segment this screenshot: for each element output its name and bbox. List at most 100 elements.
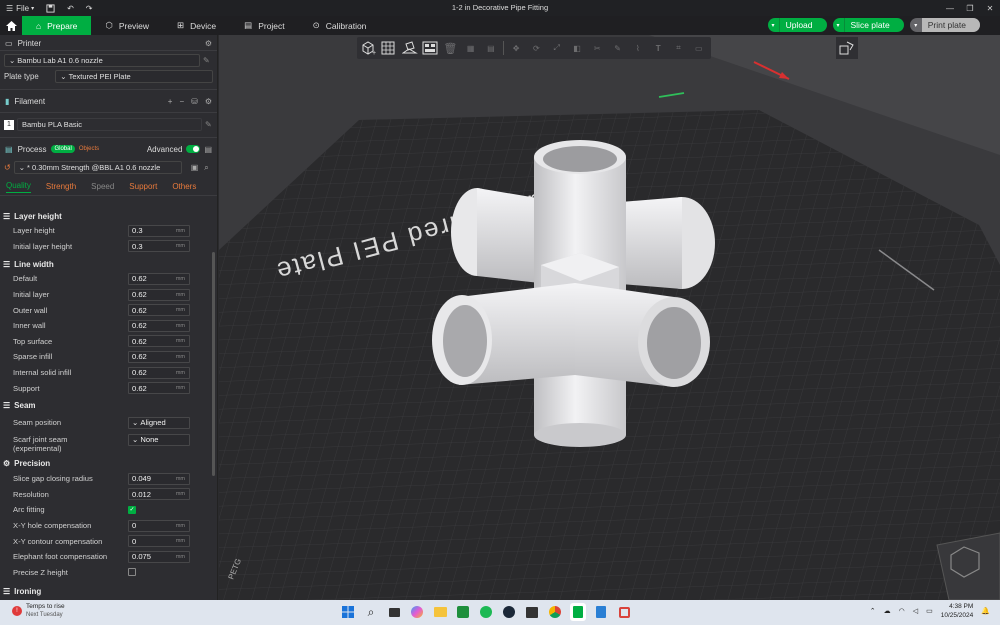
arrange-button[interactable] <box>422 40 438 56</box>
add-filament-icon[interactable]: + <box>168 97 173 106</box>
lw-inner-input[interactable]: 0.62 mm <box>128 319 190 332</box>
weather-widget[interactable]: ! Temps to rise Next Tuesday <box>12 603 65 619</box>
volume-icon[interactable]: ◁ <box>913 607 918 615</box>
remove-filament-icon[interactable]: − <box>179 97 184 106</box>
process-preset-select[interactable]: ⌄ * 0.30mm Strength @BBL A1 0.6 nozzle <box>13 161 182 174</box>
tab-strength[interactable]: Strength <box>46 180 76 193</box>
upload-button[interactable]: ▾ Upload <box>767 18 827 32</box>
battery-icon[interactable]: ▭ <box>926 607 933 615</box>
orient-button[interactable] <box>401 40 418 56</box>
snipping-tool-app[interactable] <box>616 603 632 621</box>
lw-support-input[interactable]: 0.62 mm <box>128 382 190 395</box>
minimize-button[interactable]: — <box>940 0 960 16</box>
add-object-button[interactable]: + <box>361 40 377 56</box>
rotate-tool[interactable]: ⟳ <box>528 40 544 56</box>
steam-app[interactable] <box>501 603 517 621</box>
add-plate-button[interactable] <box>381 40 397 56</box>
layout-tool[interactable]: ▤ <box>483 40 499 56</box>
lw-default-input[interactable]: 0.62 mm <box>128 272 190 285</box>
taskbar-search[interactable]: ⌕ <box>363 603 379 621</box>
edit-filament-icon[interactable]: ✎ <box>205 120 212 129</box>
terminal-app[interactable] <box>524 603 540 621</box>
lw-outer-input[interactable]: 0.62 mm <box>128 304 190 317</box>
undo-button[interactable]: ↶ <box>61 0 80 16</box>
notification-icon[interactable]: 🔔 <box>981 607 990 615</box>
cloud-icon[interactable]: ☁ <box>884 607 891 615</box>
chrome-app[interactable] <box>547 603 563 621</box>
3d-viewport[interactable]: Bambu Textured PEI Plate PETG + 🗑 ▦ ▤ ✥ … <box>219 35 1000 600</box>
global-badge[interactable]: Global <box>51 145 75 153</box>
plate-type-select[interactable]: ⌄ Textured PEI Plate <box>55 70 213 83</box>
upload-dropdown-icon[interactable]: ▾ <box>768 18 780 32</box>
initial-layer-height-input[interactable]: 0.3 mm <box>128 240 190 253</box>
start-button[interactable] <box>340 603 356 621</box>
scale-tool[interactable]: ⤢ <box>549 40 565 56</box>
xy-contour-input[interactable]: 0 mm <box>128 535 190 548</box>
print-plate-button[interactable]: ▾ Print plate <box>909 18 980 32</box>
xy-hole-input[interactable]: 0 mm <box>128 519 190 532</box>
filament-select[interactable]: Bambu PLA Basic <box>17 118 202 131</box>
home-button[interactable] <box>0 16 22 35</box>
precise-z-checkbox[interactable] <box>128 568 136 577</box>
bambu-studio-app[interactable] <box>570 603 586 621</box>
copilot-app[interactable] <box>409 603 425 621</box>
reset-icon[interactable]: ↺ <box>4 163 11 172</box>
compare-icon[interactable]: ▤ <box>204 145 212 154</box>
slice-gap-input[interactable]: 0.049 mm <box>128 472 190 485</box>
file-explorer-app[interactable] <box>432 603 448 621</box>
sidebar-scrollbar[interactable] <box>212 252 215 476</box>
tab-calibration[interactable]: ⊙ Calibration <box>299 16 381 35</box>
lay-on-face-tool[interactable]: ◧ <box>569 40 585 56</box>
scarf-joint-select[interactable]: ⌄ None <box>128 433 190 446</box>
redo-button[interactable]: ↷ <box>80 0 99 16</box>
lw-sparse-input[interactable]: 0.62 mm <box>128 350 190 363</box>
task-view-button[interactable] <box>386 603 402 621</box>
lw-internal-input[interactable]: 0.62 mm <box>128 366 190 379</box>
seam-position-select[interactable]: ⌄ Aligned <box>128 416 190 429</box>
save-preset-icon[interactable]: ▣ <box>191 163 199 172</box>
tab-preview[interactable]: ⬡ Preview <box>91 16 163 35</box>
split-tool[interactable]: ▦ <box>462 40 478 56</box>
filament-settings-icon[interactable]: ⚙ <box>205 97 212 106</box>
slice-plate-button[interactable]: ▾ Slice plate <box>832 18 904 32</box>
tab-project[interactable]: ▤ Project <box>230 16 299 35</box>
seam-paint-tool[interactable]: ⌇ <box>630 40 646 56</box>
search-icon[interactable]: ⌕ <box>204 163 208 173</box>
restore-button[interactable]: ❐ <box>960 0 980 16</box>
sync-filament-icon[interactable]: ⛁ <box>191 97 198 106</box>
delete-tool[interactable]: 🗑 <box>442 40 458 56</box>
printer-settings-icon[interactable]: ⚙ <box>205 39 212 48</box>
clock[interactable]: 4:38 PM 10/25/2024 <box>941 602 974 620</box>
close-button[interactable]: ✕ <box>980 0 1000 16</box>
lw-initial-input[interactable]: 0.62 mm <box>128 288 190 301</box>
resolution-input[interactable]: 0.012 mm <box>128 488 190 501</box>
tab-support[interactable]: Support <box>129 180 157 193</box>
elephant-foot-input[interactable]: 0.075 mm <box>128 550 190 563</box>
text-tool[interactable]: T <box>650 40 666 56</box>
cut-tool[interactable]: ✂ <box>589 40 605 56</box>
tab-device[interactable]: ⊞ Device <box>163 16 230 35</box>
edit-printer-icon[interactable]: ✎ <box>203 56 210 65</box>
tab-speed[interactable]: Speed <box>91 180 114 193</box>
photos-app[interactable] <box>455 603 471 621</box>
measure-tool[interactable]: ⌗ <box>670 40 686 56</box>
layer-height-input[interactable]: 0.3 mm <box>128 224 190 237</box>
slice-dropdown-icon[interactable]: ▾ <box>833 18 845 32</box>
view-options-button[interactable] <box>836 37 858 59</box>
move-tool[interactable]: ✥ <box>508 40 524 56</box>
tab-quality[interactable]: Quality <box>6 179 31 193</box>
chevron-up-icon[interactable]: ⌃ <box>870 607 876 615</box>
support-paint-tool[interactable]: ✎ <box>609 40 625 56</box>
tab-prepare[interactable]: ⌂ Prepare <box>22 16 92 35</box>
arc-fitting-checkbox[interactable]: ✓ <box>128 505 136 514</box>
print-dropdown-icon[interactable]: ▾ <box>910 18 922 32</box>
assembly-tool[interactable]: ▭ <box>691 40 707 56</box>
spotify-app[interactable] <box>478 603 494 621</box>
calculator-app[interactable] <box>593 603 609 621</box>
objects-badge[interactable]: Objects <box>76 145 102 153</box>
lw-top-input[interactable]: 0.62 mm <box>128 335 190 348</box>
wifi-icon[interactable]: ◠ <box>899 607 905 615</box>
file-menu[interactable]: ☰ File ▾ <box>0 0 40 16</box>
tab-others[interactable]: Others <box>172 180 196 193</box>
save-button[interactable] <box>40 0 61 16</box>
